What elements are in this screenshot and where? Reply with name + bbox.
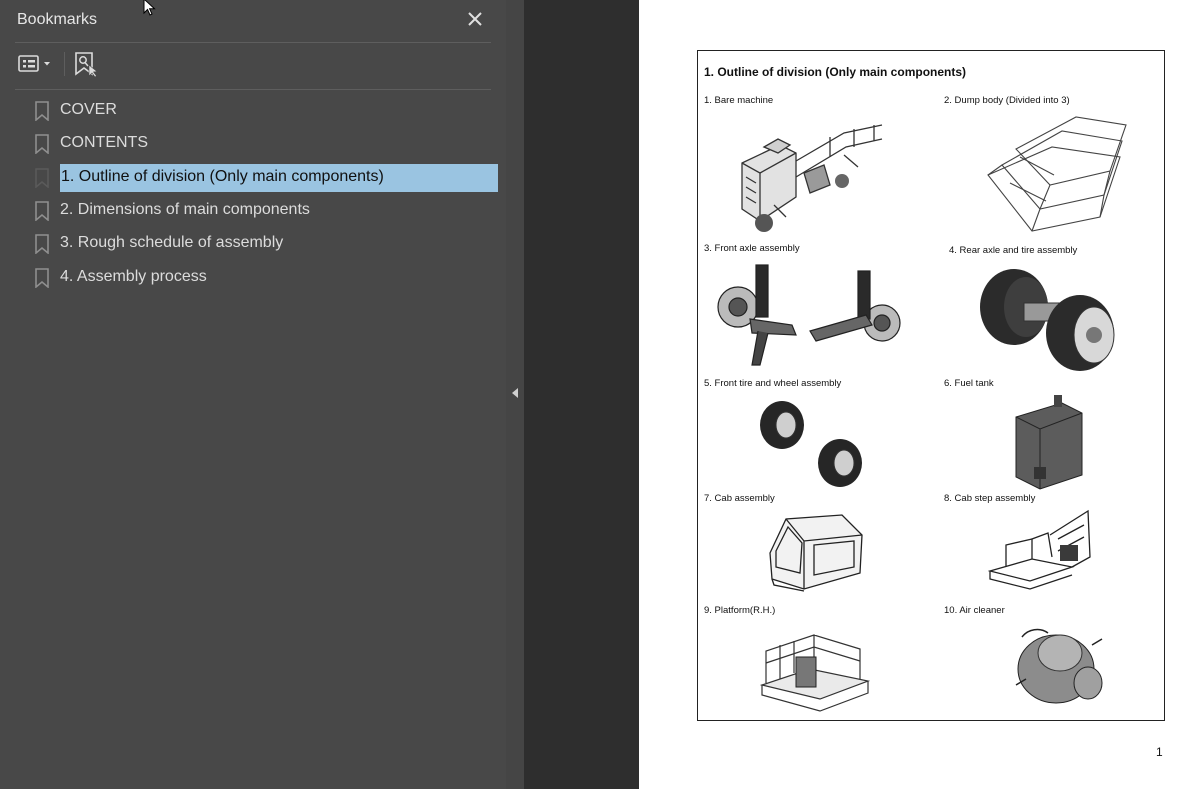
bookmark-icon <box>34 201 50 222</box>
bookmark-item[interactable]: 2. Dimensions of main components <box>34 197 498 225</box>
bookmark-item[interactable]: COVER <box>34 97 498 125</box>
cab-step-illustration <box>988 509 1091 590</box>
toolbar-divider <box>64 52 65 76</box>
item-caption: 10. Air cleaner <box>944 605 1005 616</box>
bare-machine-illustration <box>741 124 883 232</box>
item-caption: 6. Fuel tank <box>944 378 994 389</box>
bookmark-item[interactable]: 4. Assembly process <box>34 264 498 292</box>
bookmark-item[interactable]: 3. Rough schedule of assembly <box>34 230 498 258</box>
platform-illustration <box>760 634 871 712</box>
list-options-icon <box>16 55 56 82</box>
page-number: 1 <box>1156 745 1163 759</box>
bookmark-label: 4. Assembly process <box>60 268 207 285</box>
page-frame: 1. Outline of division (Only main compon… <box>697 50 1165 721</box>
pdf-page: 1. Outline of division (Only main compon… <box>639 0 1200 789</box>
mouse-cursor-icon <box>143 0 156 16</box>
bookmark-icon <box>34 134 50 155</box>
item-caption: 7. Cab assembly <box>704 493 775 504</box>
bookmark-icon <box>34 268 50 289</box>
item-caption: 2. Dump body (Divided into 3) <box>944 95 1070 106</box>
bookmark-label: CONTENTS <box>60 134 148 151</box>
bookmark-item[interactable]: CONTENTS <box>34 130 498 158</box>
bookmark-icon <box>34 101 50 122</box>
bookmark-search-icon <box>72 52 100 82</box>
bookmark-icon <box>34 168 50 189</box>
air-cleaner-illustration <box>1015 628 1103 704</box>
bookmark-label: 1. Outline of division (Only main compon… <box>61 168 384 185</box>
bookmarks-panel: Bookmarks COVER CONTENTS 1. Outline of d… <box>0 0 506 789</box>
options-dropdown-button[interactable] <box>16 50 56 78</box>
bookmark-label: COVER <box>60 101 117 118</box>
item-caption: 3. Front axle assembly <box>704 243 800 254</box>
collapse-panel-icon[interactable] <box>509 384 521 402</box>
dump-body-illustration <box>987 116 1127 232</box>
front-axle-illustration <box>717 264 901 366</box>
item-caption: 4. Rear axle and tire assembly <box>949 245 1078 256</box>
bookmark-label: 2. Dimensions of main components <box>60 201 310 218</box>
item-caption: 8. Cab step assembly <box>944 493 1036 504</box>
divider <box>15 42 491 43</box>
front-tire-wheel-illustration <box>760 401 862 487</box>
document-background <box>524 0 639 789</box>
close-icon[interactable] <box>465 9 485 29</box>
panel-title: Bookmarks <box>17 11 98 28</box>
item-caption: 5. Front tire and wheel assembly <box>704 378 842 389</box>
fuel-tank-illustration <box>1015 395 1083 490</box>
bookmark-icon <box>34 234 50 255</box>
rear-axle-tire-illustration <box>980 269 1115 371</box>
bookmark-label: 3. Rough schedule of assembly <box>60 234 284 251</box>
item-caption: 1. Bare machine <box>704 95 774 106</box>
divider <box>15 89 491 90</box>
cab-assembly-illustration <box>769 514 863 592</box>
item-caption: 9. Platform(R.H.) <box>704 605 776 616</box>
section-heading: 1. Outline of division (Only main compon… <box>704 65 967 79</box>
find-bookmark-button[interactable] <box>72 50 100 78</box>
bookmark-item-selected[interactable]: 1. Outline of division (Only main compon… <box>34 164 498 192</box>
